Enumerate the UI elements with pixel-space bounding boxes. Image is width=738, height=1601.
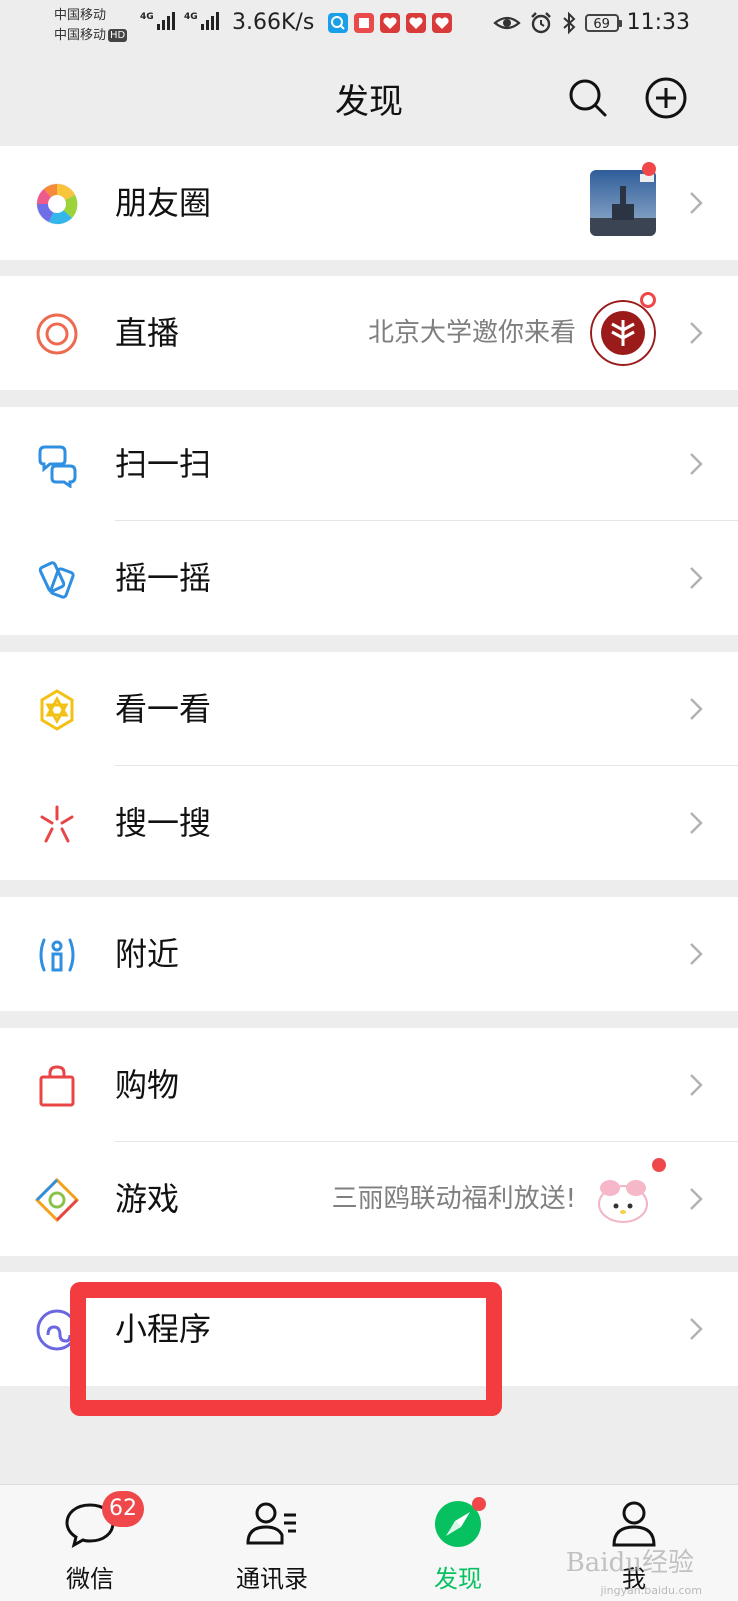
notification-dot: [472, 1497, 486, 1511]
plus-circle-icon: [645, 77, 687, 119]
moments-icon: [36, 183, 78, 225]
chevron-right-icon: [690, 453, 703, 475]
chevron-right-icon: [690, 1318, 703, 1340]
heart-app-icon: [406, 13, 426, 33]
tab-label: 通讯录: [236, 1565, 308, 1593]
menu-item-label: 搜一搜: [115, 804, 212, 842]
tab-label: 微信: [66, 1565, 114, 1593]
live-icon: [36, 313, 78, 355]
chevron-right-icon: [690, 812, 703, 834]
menu-item-label: 购物: [115, 1066, 180, 1104]
highlight-annotation: [70, 1282, 502, 1416]
title-bar: 发现: [0, 52, 738, 144]
menu-item-shake[interactable]: 摇一摇: [0, 521, 738, 635]
notification-dot: [642, 162, 656, 176]
watermark-url: jingyan.baidu.com: [600, 1584, 702, 1597]
bottom-tab-bar: 62 微信 通讯录 发现 我 Baidu经验 jingyan.baidu.com: [0, 1484, 738, 1601]
tab-contacts[interactable]: 通讯录: [212, 1485, 332, 1601]
hd-badge: HD: [108, 29, 128, 42]
tab-label: 发现: [434, 1565, 482, 1593]
network-type-label: 4G: [184, 12, 198, 22]
live-subtitle: 北京大学邀你来看: [367, 318, 576, 348]
live-indicator-dot: [640, 292, 656, 308]
watermark: Baidu经验: [565, 1548, 694, 1578]
group-scan-shake: 扫一扫 摇一摇: [0, 407, 738, 635]
network-type-label: 4G: [140, 12, 154, 22]
unread-badge: 62: [102, 1491, 144, 1527]
status-time: 11:33: [626, 10, 690, 35]
games-icon: [34, 1177, 80, 1223]
group-stories-search: 看一看 搜一搜: [0, 652, 738, 880]
menu-item-label: 直播: [115, 314, 180, 352]
book-app-icon: [354, 13, 374, 33]
menu-item-shopping[interactable]: 购物: [0, 1028, 738, 1142]
search-icon: [569, 79, 607, 117]
tab-discover[interactable]: 发现: [398, 1485, 518, 1601]
menu-item-label: 看一看: [115, 690, 212, 728]
search-app-icon: [328, 13, 348, 33]
scan-icon: [38, 445, 77, 488]
signal-strength-icon: 4G: [140, 12, 175, 30]
shopping-bag-icon: [39, 1065, 75, 1107]
chevron-right-icon: [690, 698, 703, 720]
chevron-right-icon: [690, 192, 703, 214]
group-shopping-games: 购物 游戏 三丽鸥联动福利放送!: [0, 1028, 738, 1256]
menu-item-search[interactable]: 搜一搜: [0, 766, 738, 880]
menu-item-moments[interactable]: 朋友圈: [0, 146, 738, 260]
carrier-2: 中国移动: [54, 28, 107, 43]
group-nearby: 附近: [0, 897, 738, 1011]
battery-icon: 69: [584, 13, 622, 32]
group-live: 直播 北京大学邀你来看: [0, 276, 738, 390]
university-logo: [590, 300, 656, 366]
search-button[interactable]: [564, 74, 612, 122]
search-feature-icon: [40, 805, 74, 843]
menu-item-label: 扫一扫: [115, 445, 212, 483]
games-promo-image: [590, 1166, 656, 1232]
bluetooth-icon: [562, 11, 576, 34]
network-speed: 3.66K/s: [232, 10, 315, 35]
chevron-right-icon: [690, 1074, 703, 1096]
carrier-info: 中国移动 中国移动 HD: [54, 6, 128, 46]
menu-item-label: 朋友圈: [115, 184, 212, 222]
chevron-right-icon: [690, 943, 703, 965]
games-subtitle: 三丽鸥联动福利放送!: [331, 1184, 576, 1214]
carrier-1: 中国移动: [54, 8, 107, 23]
tab-chats[interactable]: 62 微信: [30, 1485, 150, 1601]
menu-item-label: 游戏: [115, 1180, 180, 1218]
add-button[interactable]: [642, 74, 690, 122]
menu-item-games[interactable]: 游戏 三丽鸥联动福利放送!: [0, 1142, 738, 1256]
chevron-right-icon: [690, 567, 703, 589]
menu-item-nearby[interactable]: 附近: [0, 897, 738, 1011]
menu-item-top-stories[interactable]: 看一看: [0, 652, 738, 766]
menu-item-scan[interactable]: 扫一扫: [0, 407, 738, 521]
chevron-right-icon: [690, 1188, 703, 1210]
page-title: 发现: [335, 82, 403, 122]
notification-dot: [652, 1158, 666, 1172]
heart-app-icon: [432, 13, 452, 33]
eye-icon: [492, 16, 521, 29]
group-moments: 朋友圈: [0, 146, 738, 260]
signal-strength-icon: 4G: [184, 12, 219, 30]
alarm-icon: [530, 11, 551, 33]
menu-item-label: 附近: [115, 935, 180, 973]
nearby-icon: [39, 938, 75, 972]
chevron-right-icon: [690, 322, 703, 344]
menu-item-label: 摇一摇: [115, 559, 212, 597]
system-status: 69 11:33: [492, 10, 690, 35]
heart-app-icon: [380, 13, 400, 33]
top-stories-icon: [40, 689, 74, 731]
shake-icon: [38, 561, 75, 599]
menu-item-live[interactable]: 直播 北京大学邀你来看: [0, 276, 738, 390]
moments-thumbnail: [590, 170, 656, 236]
status-bar: 中国移动 中国移动 HD 4G 4G 3.66K/s 69 11:33: [0, 0, 738, 52]
contacts-icon: [246, 1502, 296, 1545]
